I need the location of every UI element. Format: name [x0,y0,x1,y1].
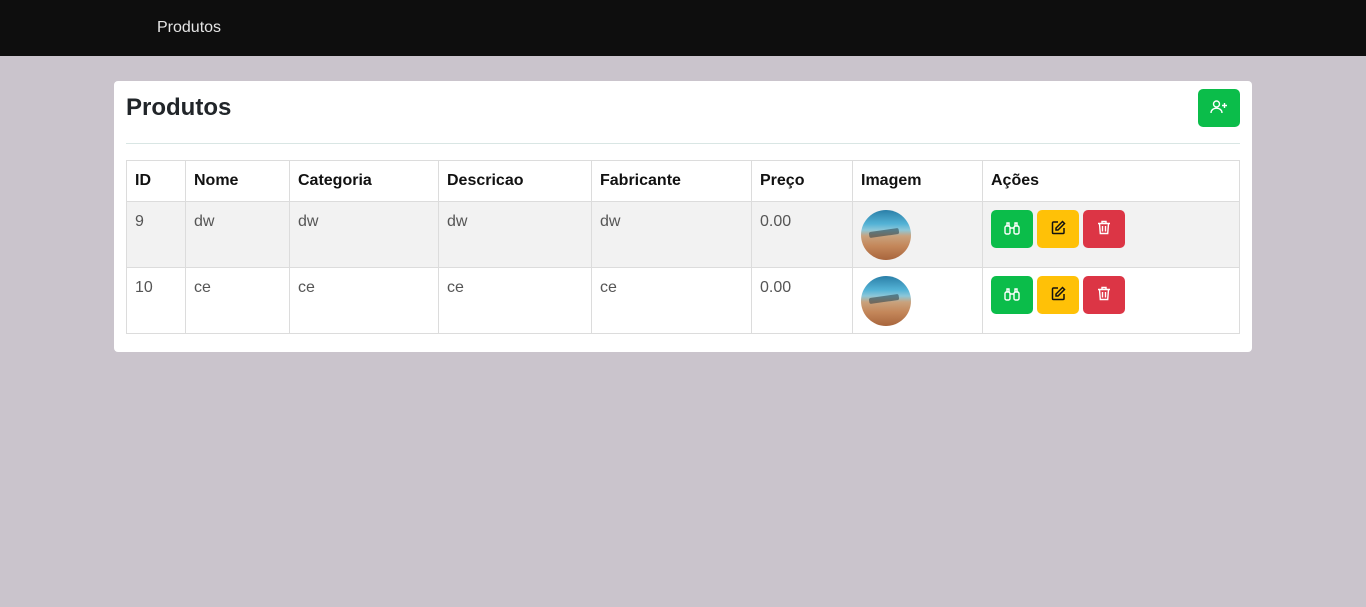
edit-button[interactable] [1037,210,1079,248]
cell-imagem [852,201,983,268]
table-row: 10 ce ce ce ce 0.00 [126,267,1240,334]
column-header-descricao: Descricao [438,160,592,202]
cell-nome: ce [185,267,290,334]
row-actions [991,276,1231,314]
cell-categoria: dw [289,201,439,268]
add-product-button[interactable] [1198,89,1240,127]
table-row: 9 dw dw dw dw 0.00 [126,201,1240,268]
delete-button[interactable] [1083,276,1125,314]
cell-categoria: ce [289,267,439,334]
cell-descricao: ce [438,267,592,334]
cell-fabricante: ce [591,267,752,334]
cell-nome: dw [185,201,290,268]
card-header: Produtos [126,81,1240,144]
navbar-brand-link[interactable]: Produtos [157,19,221,37]
binoculars-icon [1004,287,1020,304]
table-header-row: ID Nome Categoria Descricao Fabricante P… [126,160,1240,202]
column-header-nome: Nome [185,160,290,202]
cell-preco: 0.00 [751,267,853,334]
cell-acoes [982,201,1240,268]
products-card: Produtos ID Nome Categoria Descricao Fab… [114,81,1252,352]
cell-fabricante: dw [591,201,752,268]
delete-button[interactable] [1083,210,1125,248]
navbar: Produtos [0,0,1366,56]
column-header-categoria: Categoria [289,160,439,202]
edit-button[interactable] [1037,276,1079,314]
view-button[interactable] [991,276,1033,314]
cell-id: 9 [126,201,186,268]
edit-square-icon [1051,220,1066,238]
product-thumbnail [861,276,911,326]
column-header-acoes: Ações [982,160,1240,202]
view-button[interactable] [991,210,1033,248]
trash-icon [1097,286,1111,304]
product-thumbnail [861,210,911,260]
trash-icon [1097,220,1111,238]
cell-descricao: dw [438,201,592,268]
cell-acoes [982,267,1240,334]
edit-square-icon [1051,286,1066,304]
column-header-preco: Preço [751,160,853,202]
cell-preco: 0.00 [751,201,853,268]
column-header-id: ID [126,160,186,202]
products-table: ID Nome Categoria Descricao Fabricante P… [126,160,1240,334]
column-header-imagem: Imagem [852,160,983,202]
column-header-fabricante: Fabricante [591,160,752,202]
binoculars-icon [1004,221,1020,238]
page-title: Produtos [126,94,232,121]
row-actions [991,210,1231,248]
cell-id: 10 [126,267,186,334]
cell-imagem [852,267,983,334]
person-plus-icon [1210,99,1228,118]
